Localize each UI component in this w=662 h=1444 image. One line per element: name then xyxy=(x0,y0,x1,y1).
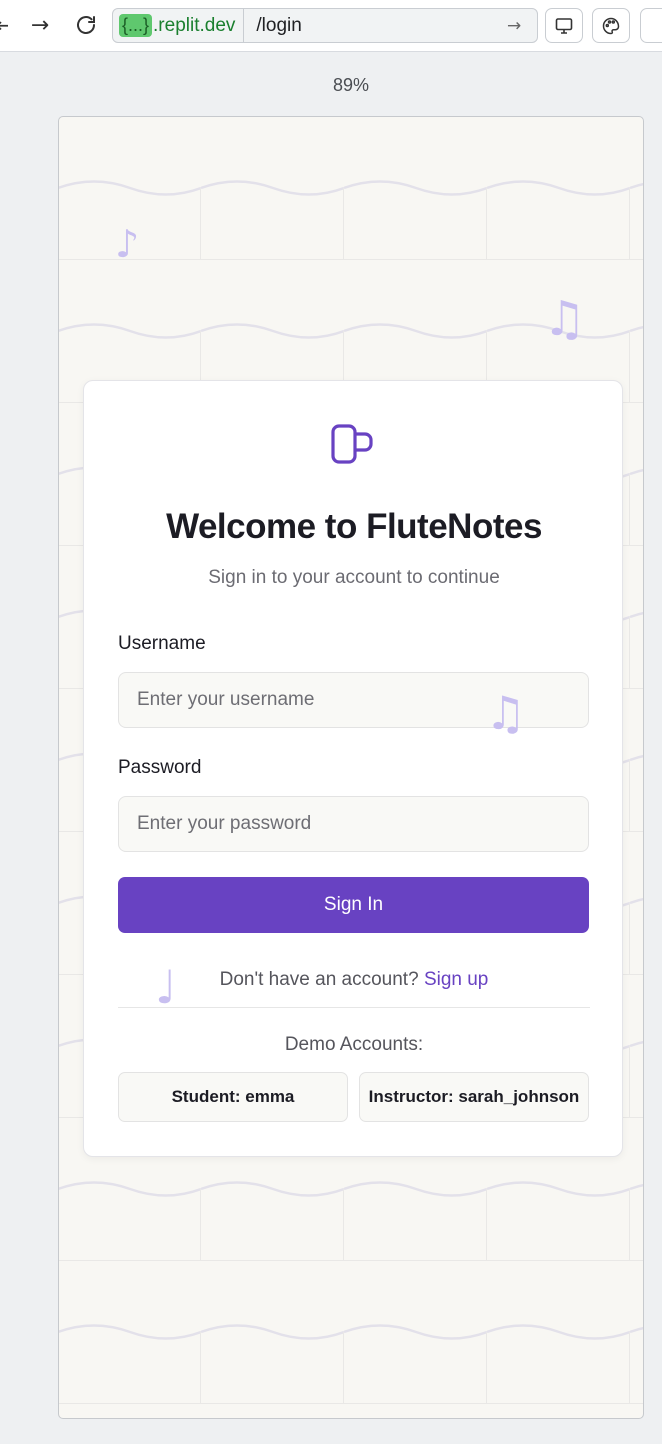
demo-instructor-button[interactable]: Instructor: sarah_johnson xyxy=(359,1072,589,1122)
divider xyxy=(118,1007,590,1008)
palette-icon[interactable] xyxy=(592,8,630,43)
demo-accounts-title: Demo Accounts: xyxy=(284,1034,424,1055)
demo-student-button[interactable]: Student: emma xyxy=(118,1072,348,1122)
browser-toolbar: ← → {...} .replit.dev /login → xyxy=(0,0,662,52)
music-notes-icon: ♫ xyxy=(543,291,587,347)
back-arrow-icon[interactable]: ← xyxy=(0,10,8,40)
music-notes-icon: ♫ xyxy=(485,686,527,740)
url-domain: {...} .replit.dev xyxy=(113,9,245,42)
forward-arrow-icon[interactable]: → xyxy=(24,10,56,40)
url-path[interactable]: /login xyxy=(244,15,507,37)
url-domain-text: .replit.dev xyxy=(153,14,236,36)
extension-icon[interactable] xyxy=(640,8,662,43)
login-card: Welcome to FluteNotes Sign in to your ac… xyxy=(83,380,623,1157)
mug-logo-icon xyxy=(331,424,373,464)
url-badge: {...} xyxy=(119,14,153,37)
signup-prompt-text: Don't have an account? xyxy=(219,969,419,990)
password-label: Password xyxy=(118,757,202,778)
page-subtitle: Sign in to your account to continue xyxy=(208,567,500,588)
page-title: Welcome to FluteNotes xyxy=(166,507,542,546)
password-input[interactable] xyxy=(118,796,589,852)
music-note-icon: ♪ xyxy=(115,222,140,266)
reload-icon[interactable] xyxy=(70,10,102,40)
zoom-level: 89% xyxy=(332,75,370,95)
go-arrow-icon[interactable]: → xyxy=(507,16,537,36)
music-note-icon: ♩ xyxy=(155,960,177,1014)
username-label: Username xyxy=(118,633,206,654)
sign-up-link[interactable]: Sign up xyxy=(424,969,488,990)
address-bar[interactable]: {...} .replit.dev /login → xyxy=(112,8,538,43)
device-icon[interactable] xyxy=(545,8,583,43)
sign-in-button[interactable]: Sign In xyxy=(118,877,589,933)
